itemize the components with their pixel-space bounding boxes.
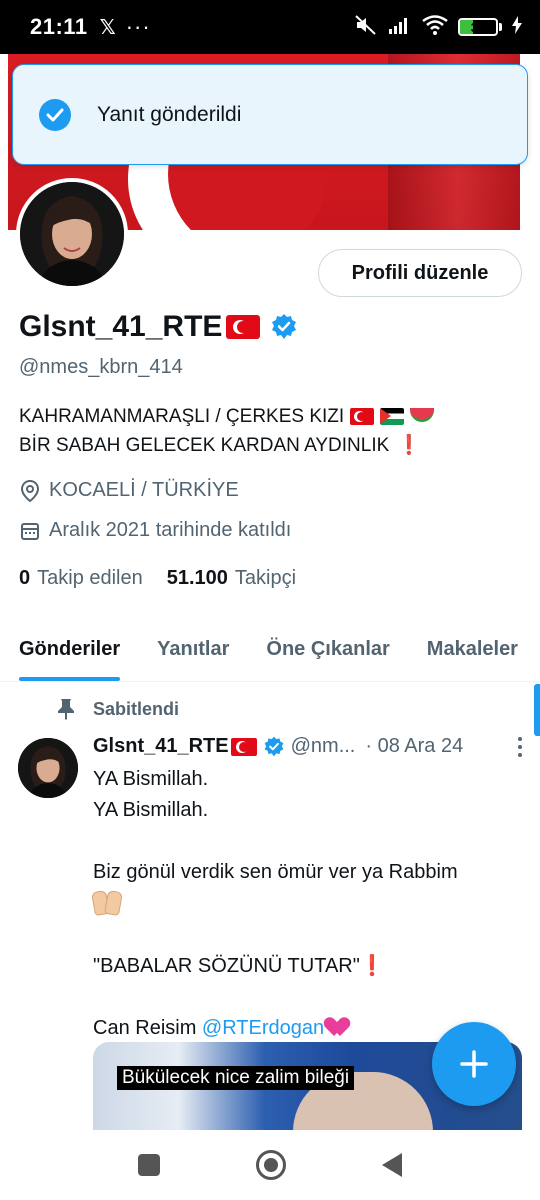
followers-label: Takipçi — [234, 567, 297, 589]
status-bar: 21:11 𝕏 ··· 36 — [0, 0, 540, 54]
verified-badge-icon — [263, 736, 285, 758]
mute-icon — [354, 14, 378, 41]
post-line: YA Bismillah. — [93, 768, 209, 790]
tab-label: Öne Çıkanlar — [266, 638, 390, 660]
edit-profile-button[interactable]: Profili düzenle — [318, 249, 522, 297]
location-text: KOCAELİ / TÜRKİYE — [49, 479, 239, 501]
followers-link[interactable]: 51.100 Takipçi — [167, 567, 296, 590]
tab-label: Gönderiler — [19, 638, 121, 660]
more-notifications-icon: ··· — [125, 14, 151, 39]
tab-label: Makaleler — [426, 638, 518, 660]
post-text: YA Bismillah. YA Bismillah. Biz gönül ve… — [93, 764, 523, 1044]
x-logo-icon: 𝕏 — [99, 16, 116, 39]
post-line: YA Bismillah. — [93, 799, 209, 821]
post-author-handle: @nm... — [290, 735, 356, 757]
location-icon — [19, 479, 41, 502]
turkey-flag-emoji — [226, 315, 261, 339]
calendar-icon — [19, 520, 41, 542]
status-time: 21:11 — [30, 14, 88, 39]
post-date[interactable]: · 08 Ara 24 — [365, 735, 463, 758]
tab-posts[interactable]: Gönderiler — [19, 618, 121, 681]
tab-replies[interactable]: Yanıtlar — [157, 618, 229, 681]
following-count: 0 — [19, 567, 31, 589]
battery-level: 36 — [470, 19, 486, 35]
profile-handle: @nmes_kbrn_414 — [19, 356, 183, 378]
follow-stats: 0 Takip edilen 51.100 Takipçi — [19, 567, 296, 590]
toast-message: Yanıt gönderildi — [97, 102, 242, 126]
tab-label: Yanıtlar — [157, 638, 230, 660]
post-author-name[interactable]: Glsnt_41_RTE — [93, 735, 229, 758]
pin-icon — [56, 698, 78, 720]
toast-notification: Yanıt gönderildi — [12, 64, 528, 165]
home-button[interactable] — [256, 1150, 286, 1180]
display-name-row: Glsnt_41_RTE — [19, 310, 298, 344]
post-line: "BABALAR SÖZÜNÜ TUTAR" — [93, 955, 360, 977]
more-icon[interactable] — [517, 736, 523, 758]
plus-icon — [459, 1049, 489, 1079]
post-author-avatar[interactable] — [18, 738, 78, 798]
palestine-flag-emoji — [380, 408, 405, 425]
wifi-icon — [422, 14, 448, 40]
bio-line-1: KAHRAMANMARAŞLI / ÇERKES KIZI — [19, 406, 345, 427]
following-label: Takip edilen — [37, 567, 143, 589]
profile-avatar[interactable] — [16, 178, 128, 290]
verified-badge-icon[interactable] — [270, 313, 298, 341]
joined-row: Aralık 2021 tarihinde katıldı — [19, 519, 291, 542]
post-line: Biz gönül verdik sen ömür ver ya Rabbim — [93, 861, 458, 883]
exclamation-emoji: ❗ — [397, 435, 421, 456]
post-line: Can Reisim — [93, 1017, 202, 1039]
watermelon-emoji — [410, 407, 435, 422]
pinned-label: Sabitlendi — [93, 698, 180, 719]
profile-tabs: Gönderiler Yanıtlar Öne Çıkanlar Makalel… — [0, 618, 540, 682]
check-icon — [39, 98, 71, 131]
bio-line-2: BİR SABAH GELECEK KARDAN AYDINLIK — [19, 435, 390, 456]
hearts-emoji — [328, 1016, 352, 1036]
followers-count: 51.100 — [166, 567, 228, 589]
scrollbar[interactable] — [534, 684, 540, 736]
system-navigation-bar — [0, 1130, 540, 1200]
turkey-flag-emoji — [230, 737, 257, 756]
profile-bio: KAHRAMANMARAŞLI / ÇERKES KIZI BİR SABAH … — [19, 402, 529, 460]
exclamation-emoji: ❗ — [359, 955, 385, 977]
signal-icon — [388, 15, 412, 40]
tab-highlights[interactable]: Öne Çıkanlar — [266, 618, 389, 681]
recent-apps-button[interactable] — [138, 1154, 160, 1176]
praying-hands-emoji — [93, 891, 121, 913]
back-button[interactable] — [382, 1153, 402, 1177]
joined-text: Aralık 2021 tarihinde katıldı — [49, 519, 292, 541]
video-caption: Bükülecek nice zalim bileği — [117, 1066, 355, 1090]
charging-icon — [512, 15, 522, 39]
turkey-flag-emoji — [350, 408, 375, 425]
compose-post-button[interactable] — [432, 1022, 516, 1106]
pinned-indicator: Sabitlendi — [56, 698, 179, 720]
battery-icon: 36 — [458, 18, 502, 36]
location-row: KOCAELİ / TÜRKİYE — [19, 479, 239, 502]
display-name: Glsnt_41_RTE — [19, 310, 223, 343]
following-link[interactable]: 0 Takip edilen — [19, 567, 143, 590]
mention-link[interactable]: @RTErdogan — [202, 1017, 324, 1039]
post-header: Glsnt_41_RTE @nm... · 08 Ara 24 — [93, 735, 523, 758]
tab-articles[interactable]: Makaleler — [427, 618, 518, 681]
